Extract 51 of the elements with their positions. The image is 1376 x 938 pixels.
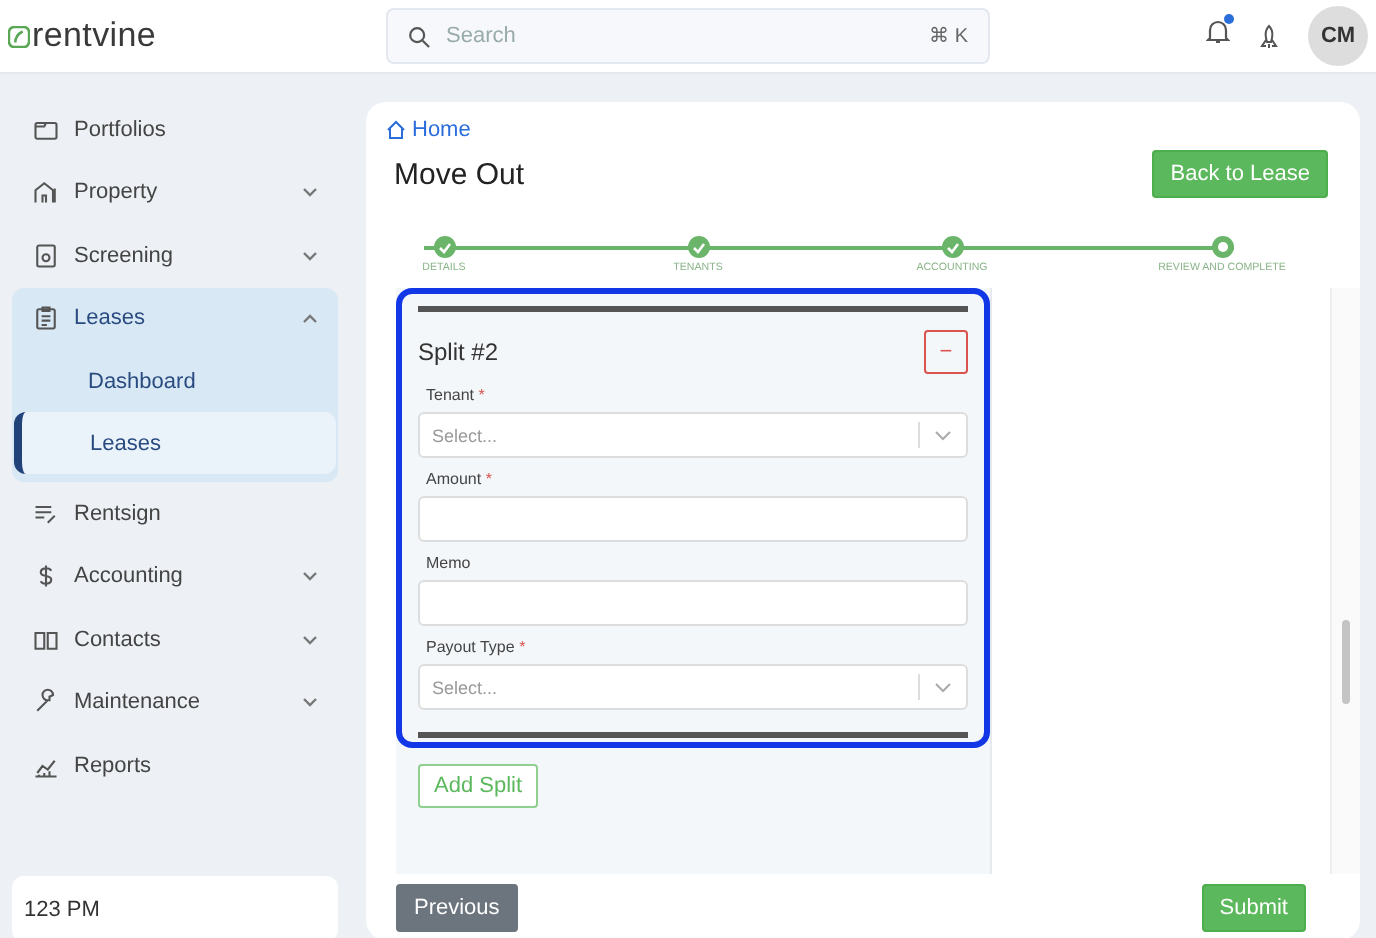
logo-icon	[8, 25, 30, 47]
breadcrumb-link[interactable]: Home	[386, 118, 471, 142]
nav-icon	[32, 241, 60, 270]
select-input[interactable]: Select...	[420, 414, 918, 456]
previous-button[interactable]: Previous	[396, 883, 518, 931]
search-field[interactable]: Search ⌘ K	[386, 8, 990, 64]
chevron-icon	[302, 696, 318, 709]
check-icon	[691, 241, 705, 253]
nav-icon	[32, 688, 60, 717]
split-title: Split #2	[418, 338, 499, 366]
logo-text: rentvine	[32, 16, 157, 56]
check-icon	[945, 241, 959, 253]
sidebar-item[interactable]: Rentsign	[12, 482, 338, 545]
sidebar-item[interactable]: Maintenance	[12, 671, 338, 734]
avatar[interactable]: CM	[1308, 6, 1368, 66]
sidebar-item[interactable]: Screening	[12, 224, 338, 287]
chevron-icon	[302, 633, 318, 646]
sidebar-item[interactable]: Contacts	[12, 608, 338, 671]
chevron-icon	[934, 429, 952, 441]
chevron-icon	[302, 186, 318, 199]
select-input[interactable]: Select...	[420, 666, 918, 708]
field-label: Memo	[426, 554, 473, 572]
time-chip: 123 PM	[12, 876, 338, 938]
search-input[interactable]: Search	[446, 10, 914, 62]
field-label: Amount *	[426, 470, 494, 488]
sidebar-item[interactable]: Reports	[12, 734, 338, 797]
field-label: Payout Type *	[426, 638, 528, 656]
home-icon	[386, 120, 406, 140]
check-icon	[437, 241, 451, 253]
sidebar-item[interactable]: Leases	[12, 287, 338, 350]
sidebar-item[interactable]: Portfolios	[12, 98, 338, 161]
breadcrumb-text[interactable]: Home	[412, 118, 471, 142]
select-field[interactable]: Select...	[418, 664, 968, 710]
chevron-icon	[302, 312, 318, 325]
nav-icon	[32, 178, 60, 207]
sidebar-item[interactable]: Accounting	[12, 545, 338, 608]
sidebar-item[interactable]: Property	[12, 161, 338, 224]
chevron-icon	[934, 681, 952, 693]
sidebar-subitem[interactable]: Dashboard	[12, 350, 336, 412]
page-title: Move Out	[394, 157, 525, 191]
shortcut-hint: ⌘ K	[929, 24, 968, 48]
rocket-icon[interactable]	[1258, 23, 1280, 49]
nav-icon	[32, 304, 60, 333]
select-field[interactable]: Select...	[418, 412, 968, 458]
search-icon	[408, 25, 430, 47]
remove-button[interactable]: −	[924, 330, 968, 374]
field-label: Tenant *	[426, 386, 487, 404]
chevron-icon	[302, 249, 318, 262]
sidebar-subitem[interactable]: Leases	[14, 412, 336, 474]
scrollbar[interactable]	[1330, 288, 1360, 874]
chevron-icon	[302, 570, 318, 583]
